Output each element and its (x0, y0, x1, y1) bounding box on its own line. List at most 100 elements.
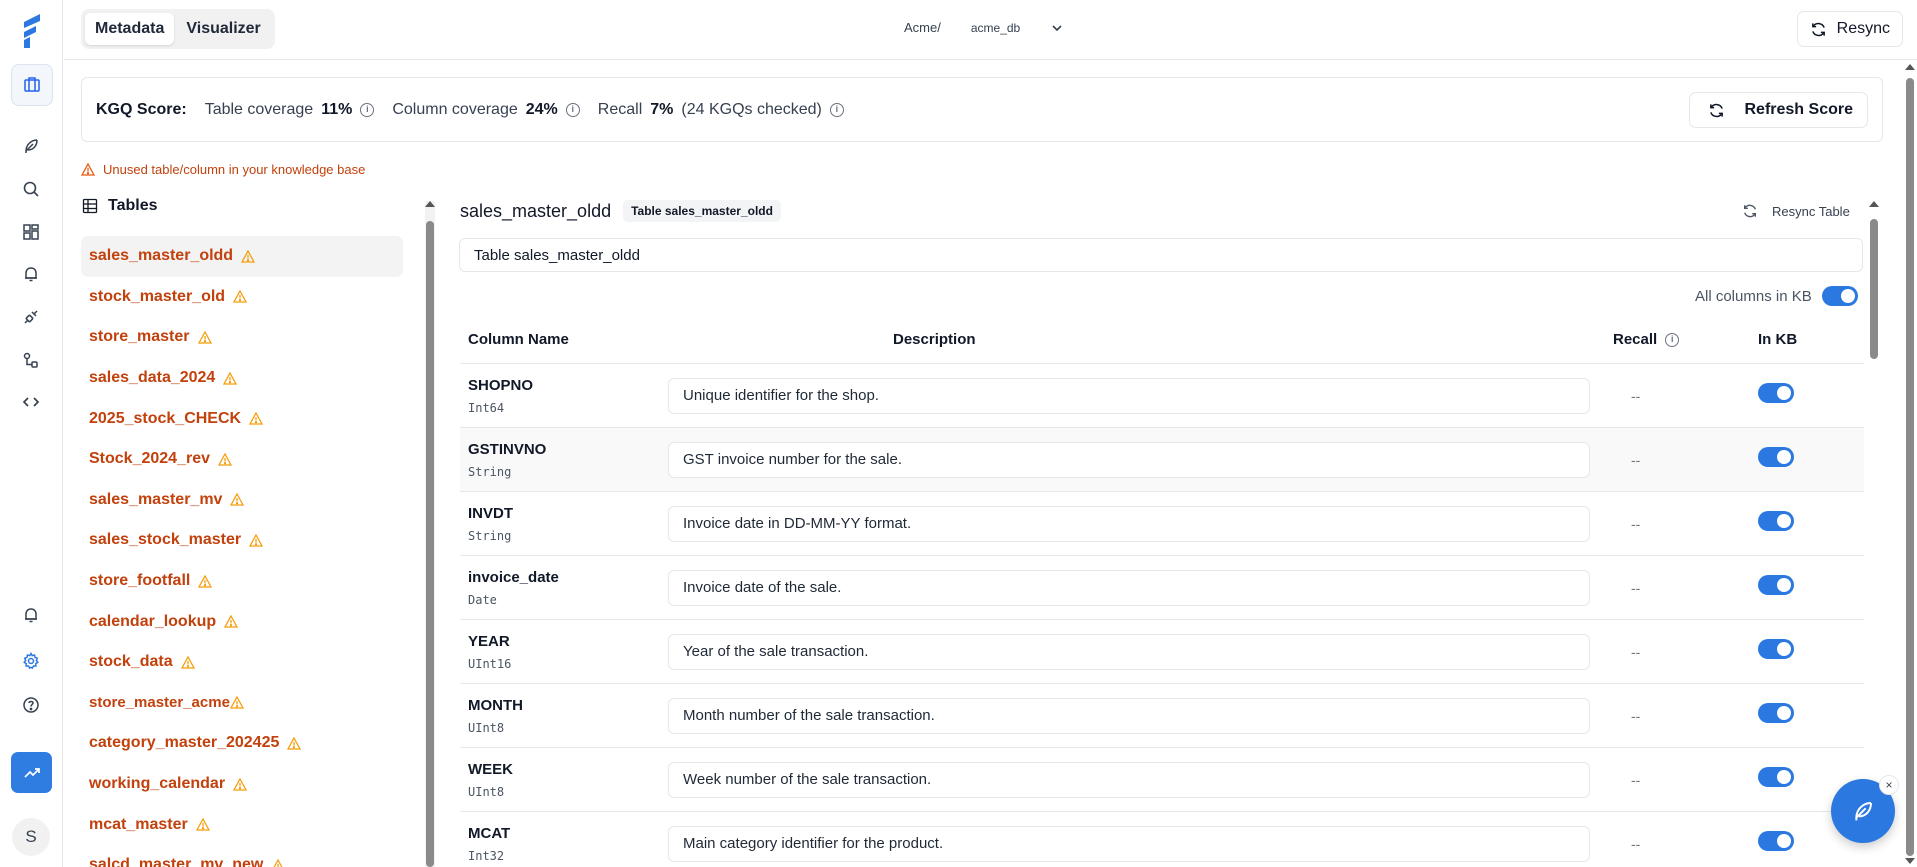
tab-metadata[interactable]: Metadata (85, 13, 175, 45)
column-cell: GSTINVNO String (460, 441, 668, 479)
header-description-label: Description (893, 331, 976, 348)
in-kb-toggle[interactable] (1758, 447, 1794, 467)
table-list-item[interactable]: sales_master_oldd (81, 236, 403, 277)
gear-icon[interactable] (19, 649, 43, 673)
table-name: sales_master_oldd (460, 200, 612, 221)
table-list-item[interactable]: Stock_2024_rev (81, 439, 403, 480)
all-columns-toggle[interactable] (1821, 286, 1858, 306)
recall-value: -- (1631, 707, 1641, 724)
chevron-down-icon[interactable] (1050, 21, 1064, 35)
warning-icon (287, 736, 302, 750)
in-kb-toggle[interactable] (1758, 639, 1794, 659)
table-list-item[interactable]: mcat_master (81, 804, 403, 845)
table-icon (82, 198, 98, 214)
column-coverage-label: Column coverage (392, 100, 518, 118)
column-description-input[interactable]: Week number of the sale transaction. (668, 761, 1590, 798)
warning-icon (241, 249, 256, 263)
in-kb-cell (1758, 575, 1858, 600)
column-description-input[interactable]: Invoice date in DD-MM-YY format. (668, 505, 1590, 542)
info-icon[interactable]: i (360, 102, 375, 117)
close-icon[interactable]: × (1879, 775, 1899, 795)
column-name: WEEK (468, 760, 513, 778)
table-list-item[interactable]: working_calendar (81, 764, 403, 805)
in-kb-toggle[interactable] (1758, 383, 1794, 403)
table-list-item-label: sales_master_mv (89, 490, 223, 508)
column-description-input[interactable]: Unique identifier for the shop. (668, 377, 1590, 414)
column-description-input[interactable]: Month number of the sale transaction. (668, 697, 1590, 734)
table-list-item-label: stock_master_old (89, 287, 226, 305)
column-coverage-value: 24% (525, 100, 558, 118)
table-list-item[interactable]: 2025_stock_CHECK (81, 398, 403, 439)
bell-icon[interactable] (19, 262, 43, 286)
tables-scrollbar[interactable] (425, 201, 435, 867)
unused-warning-text: Unused table/column in your knowledge ba… (103, 162, 366, 177)
rail-layers-icon[interactable] (11, 64, 53, 106)
warning-icon (197, 330, 212, 344)
tab-visualizer[interactable]: Visualizer (176, 13, 270, 45)
column-description-input[interactable]: Invoice date of the sale. (668, 569, 1590, 606)
notifications-bell-icon[interactable] (19, 603, 43, 627)
table-list-item[interactable]: stock_data (81, 642, 403, 683)
resync-button[interactable]: Resync (1796, 11, 1903, 47)
recall-value: -- (1631, 771, 1641, 788)
avatar[interactable]: S (12, 818, 50, 856)
recall-cell: -- (1613, 580, 1758, 596)
breadcrumb-org[interactable]: Acme/ (904, 20, 941, 35)
column-type: UInt8 (468, 784, 505, 799)
refresh-score-button[interactable]: Refresh Score (1688, 92, 1868, 128)
info-icon[interactable]: i (829, 102, 844, 117)
tables-heading: Tables (82, 197, 158, 215)
in-kb-toggle[interactable] (1758, 703, 1794, 723)
column-description-input[interactable]: Year of the sale transaction. (668, 633, 1590, 670)
refresh-score-label: Refresh Score (1744, 101, 1854, 118)
table-list-item[interactable]: store_master (81, 317, 403, 358)
in-kb-cell (1758, 447, 1858, 472)
info-icon[interactable]: i (1665, 332, 1680, 347)
table-row: GSTINVNO String GST invoice number for the… (460, 428, 1864, 492)
search-icon[interactable] (19, 177, 43, 201)
in-kb-toggle[interactable] (1758, 831, 1794, 851)
table-list-item-label: salcd_master_mv_new (89, 856, 264, 867)
column-type: Int64 (468, 400, 505, 415)
table-list-item[interactable]: sales_master_mv (81, 480, 403, 521)
recall-value: -- (1631, 579, 1641, 596)
column-type: String (468, 464, 512, 479)
app-logo[interactable] (18, 12, 44, 50)
table-list-item-label: store_master (89, 328, 190, 346)
table-list-item[interactable]: stock_master_old (81, 277, 403, 318)
table-list-item[interactable]: category_master_202425 (81, 723, 403, 764)
detail-scrollbar[interactable] (1869, 201, 1879, 867)
resync-table-button[interactable]: Resync Table (1742, 203, 1850, 219)
page-scrollbar[interactable] (1905, 64, 1915, 867)
in-kb-toggle[interactable] (1758, 511, 1794, 531)
description-cell: Week number of the sale transaction. (668, 761, 1613, 798)
table-list-item[interactable]: salcd_master_mv_new (81, 845, 403, 867)
database-selector[interactable]: acme_db (971, 21, 1020, 35)
column-type: Date (468, 592, 497, 607)
feather-icon[interactable] (19, 134, 43, 158)
code-icon[interactable] (19, 390, 43, 414)
column-description-input[interactable]: Main category identifier for the product… (668, 825, 1590, 862)
column-cell: INVDT String (460, 505, 668, 543)
in-kb-toggle[interactable] (1758, 575, 1794, 595)
table-list-item[interactable]: store_footfall (81, 561, 403, 602)
column-description-input[interactable]: GST invoice number for the sale. (668, 441, 1590, 478)
plug-icon[interactable] (19, 305, 43, 329)
trend-icon[interactable] (11, 752, 52, 793)
workflow-icon[interactable] (19, 348, 43, 372)
table-list-item[interactable]: calendar_lookup (81, 601, 403, 642)
table-list-item[interactable]: sales_stock_master (81, 520, 403, 561)
dashboard-icon[interactable] (19, 220, 43, 244)
column-type: UInt16 (468, 656, 512, 671)
info-icon[interactable]: i (565, 102, 580, 117)
table-chip: Table sales_master_oldd (623, 200, 781, 222)
table-list-item[interactable]: sales_data_2024 (81, 358, 403, 399)
table-list-item-label: 2025_stock_CHECK (89, 409, 242, 427)
resync-label: Resync (1836, 20, 1890, 37)
table-list-item[interactable]: store_master_acme (81, 683, 403, 724)
table-list-item-label: store_footfall (89, 572, 191, 590)
in-kb-toggle[interactable] (1758, 767, 1794, 787)
top-bar: Metadata Visualizer Acme/ acme_db Resync (64, 0, 1917, 60)
table-description-input[interactable] (459, 238, 1863, 272)
help-icon[interactable] (19, 693, 43, 717)
